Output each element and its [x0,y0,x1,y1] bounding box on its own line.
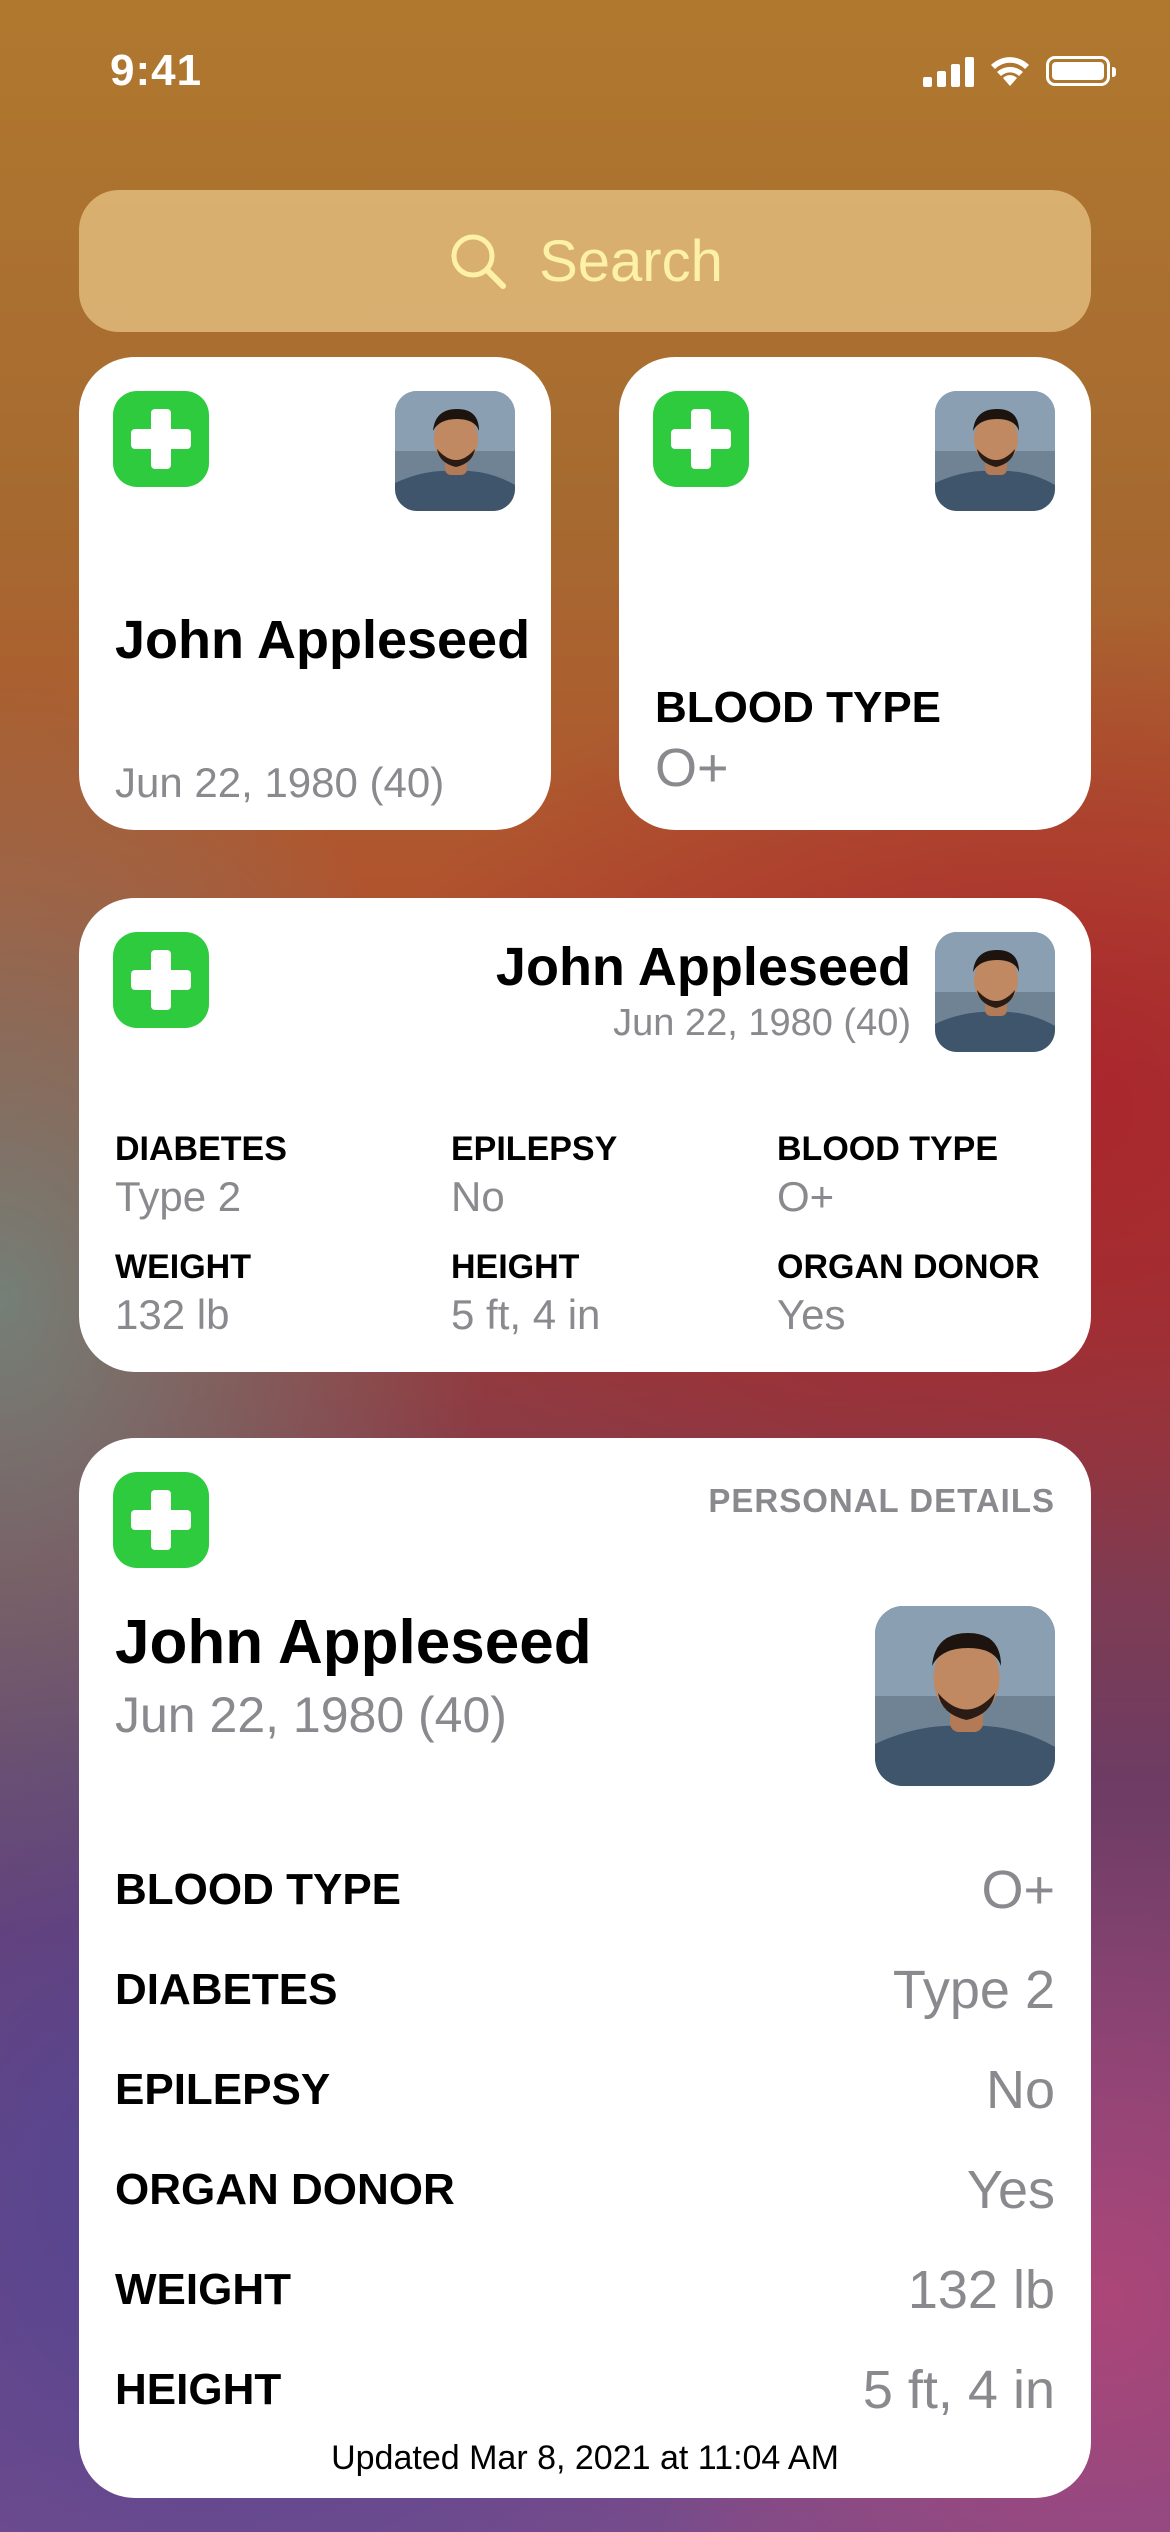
detail-value: O+ [981,1860,1055,1920]
last-updated-text: Updated Mar 8, 2021 at 11:04 AM [331,2439,839,2477]
medical-id-widget-large[interactable]: PERSONAL DETAILS John Appleseed Jun 22, … [79,1438,1091,2498]
search-bar[interactable]: Search [79,190,1091,332]
blood-type-value: O+ [655,738,729,798]
field-weight: WEIGHT 132 lb [115,1248,251,1339]
medical-details-list: BLOOD TYPE O+ DIABETES Type 2 EPILEPSY N… [115,1840,1055,2440]
avatar [935,391,1055,511]
detail-row-height: HEIGHT 5 ft, 4 in [115,2340,1055,2440]
detail-label: ORGAN DONOR [115,2165,455,2214]
field-label: HEIGHT [451,1248,580,1286]
health-cross-icon [113,1472,209,1568]
detail-label: HEIGHT [115,2365,282,2414]
field-value: 132 lb [115,1291,230,1338]
field-blood-type: BLOOD TYPE O+ [777,1130,998,1221]
health-cross-icon [113,391,209,487]
detail-label: WEIGHT [115,2265,291,2314]
detail-row-weight: WEIGHT 132 lb [115,2240,1055,2340]
field-height: HEIGHT 5 ft, 4 in [451,1248,600,1339]
field-value: No [451,1173,505,1220]
field-value: O+ [777,1173,835,1220]
field-diabetes: DIABETES Type 2 [115,1130,287,1221]
person-name: John Appleseed [115,1608,592,1677]
battery-icon [1046,56,1116,86]
date-of-birth: Jun 22, 1980 (40) [115,759,445,806]
detail-value: 5 ft, 4 in [862,2360,1055,2420]
field-label: BLOOD TYPE [777,1130,999,1168]
field-epilepsy: EPILEPSY No [451,1130,617,1221]
status-bar: 9:41 [0,0,1170,150]
detail-row-diabetes: DIABETES Type 2 [115,1940,1055,2040]
detail-value: Yes [966,2160,1055,2220]
health-cross-icon [113,932,209,1028]
field-label: EPILEPSY [451,1130,618,1168]
cellular-signal-icon [923,55,974,87]
detail-value: No [985,2060,1055,2120]
section-title: PERSONAL DETAILS [708,1482,1055,1519]
date-of-birth: Jun 22, 1980 (40) [613,1002,911,1044]
field-value: Type 2 [115,1173,242,1220]
medical-id-widget-small-blood-type[interactable]: BLOOD TYPE O+ [619,357,1091,830]
person-name: John Appleseed [115,610,531,670]
wifi-icon [991,57,1029,86]
detail-label: DIABETES [115,1965,338,2014]
field-value: 5 ft, 4 in [451,1291,601,1338]
detail-row-organ-donor: ORGAN DONOR Yes [115,2140,1055,2240]
detail-row-blood-type: BLOOD TYPE O+ [115,1840,1055,1940]
date-of-birth: Jun 22, 1980 (40) [115,1687,507,1743]
field-label: DIABETES [115,1130,287,1168]
health-cross-icon [653,391,749,487]
detail-value: 132 lb [907,2260,1055,2320]
search-icon [451,234,507,289]
medical-id-widget-medium[interactable]: John Appleseed Jun 22, 1980 (40) DIABETE… [79,898,1091,1372]
search-placeholder: Search [539,228,723,294]
field-value: Yes [777,1291,846,1338]
medical-id-widget-small-name[interactable]: John Appleseed Jun 22, 1980 (40) [79,357,551,830]
status-time: 9:41 [110,46,203,95]
status-icons [923,54,1116,88]
avatar [935,932,1055,1052]
detail-value: Type 2 [892,1960,1055,2020]
person-name: John Appleseed [495,937,911,997]
field-organ-donor: ORGAN DONOR Yes [777,1248,1040,1339]
avatar [395,391,515,511]
detail-label: EPILEPSY [115,2065,331,2114]
detail-label: BLOOD TYPE [115,1865,402,1914]
blood-type-label: BLOOD TYPE [655,683,942,732]
field-label: WEIGHT [115,1248,251,1286]
detail-row-epilepsy: EPILEPSY No [115,2040,1055,2140]
avatar [875,1606,1055,1786]
field-label: ORGAN DONOR [777,1248,1040,1286]
